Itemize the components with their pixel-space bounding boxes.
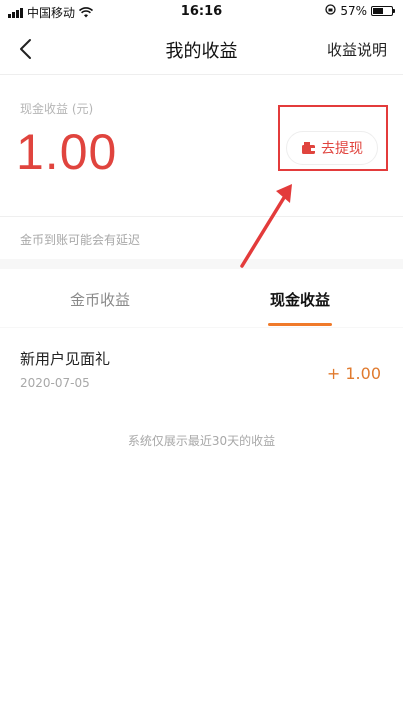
- wallet-icon: [302, 142, 315, 154]
- active-tab-indicator: [268, 323, 332, 326]
- earnings-card: 现金收益 (元) 1.00 去提现 金币到账可能会有延迟: [0, 75, 403, 259]
- withdraw-button[interactable]: 去提现: [286, 131, 378, 165]
- record-date: 2020-07-05: [20, 376, 90, 390]
- screen: 中国移动 16:16 57% 我的收益 收益说明 现金收益 (元) 1.00 去…: [0, 0, 403, 720]
- status-right: 57%: [325, 4, 395, 18]
- orientation-lock-icon: [325, 4, 336, 18]
- tab-coin-earnings[interactable]: 金币收益: [30, 289, 170, 310]
- record-amount: + 1.00: [326, 364, 381, 383]
- battery-icon: [371, 6, 395, 16]
- status-bar: 中国移动 16:16 57%: [0, 0, 403, 24]
- record-title: 新用户见面礼: [20, 350, 111, 368]
- cash-earnings-label: 现金收益 (元): [20, 102, 94, 116]
- cash-earnings-amount: 1.00: [16, 124, 118, 180]
- coin-delay-note: 金币到账可能会有延迟: [20, 233, 141, 247]
- earnings-list: 新用户见面礼 2020-07-05 + 1.00 系统仅展示最近30天的收益: [0, 328, 403, 720]
- battery-percent: 57%: [340, 4, 367, 18]
- withdraw-label: 去提现: [321, 141, 363, 157]
- battery-fill: [373, 8, 383, 14]
- list-footer-note: 系统仅展示最近30天的收益: [127, 434, 276, 448]
- card-divider: [0, 216, 403, 217]
- tab-cash-earnings[interactable]: 现金收益: [230, 289, 370, 310]
- nav-bar: 我的收益 收益说明: [0, 24, 403, 75]
- list-item[interactable]: 新用户见面礼 2020-07-05 + 1.00: [0, 328, 403, 398]
- earnings-tab-bar: 金币收益 现金收益: [0, 269, 403, 327]
- earnings-help-link[interactable]: 收益说明: [327, 39, 387, 60]
